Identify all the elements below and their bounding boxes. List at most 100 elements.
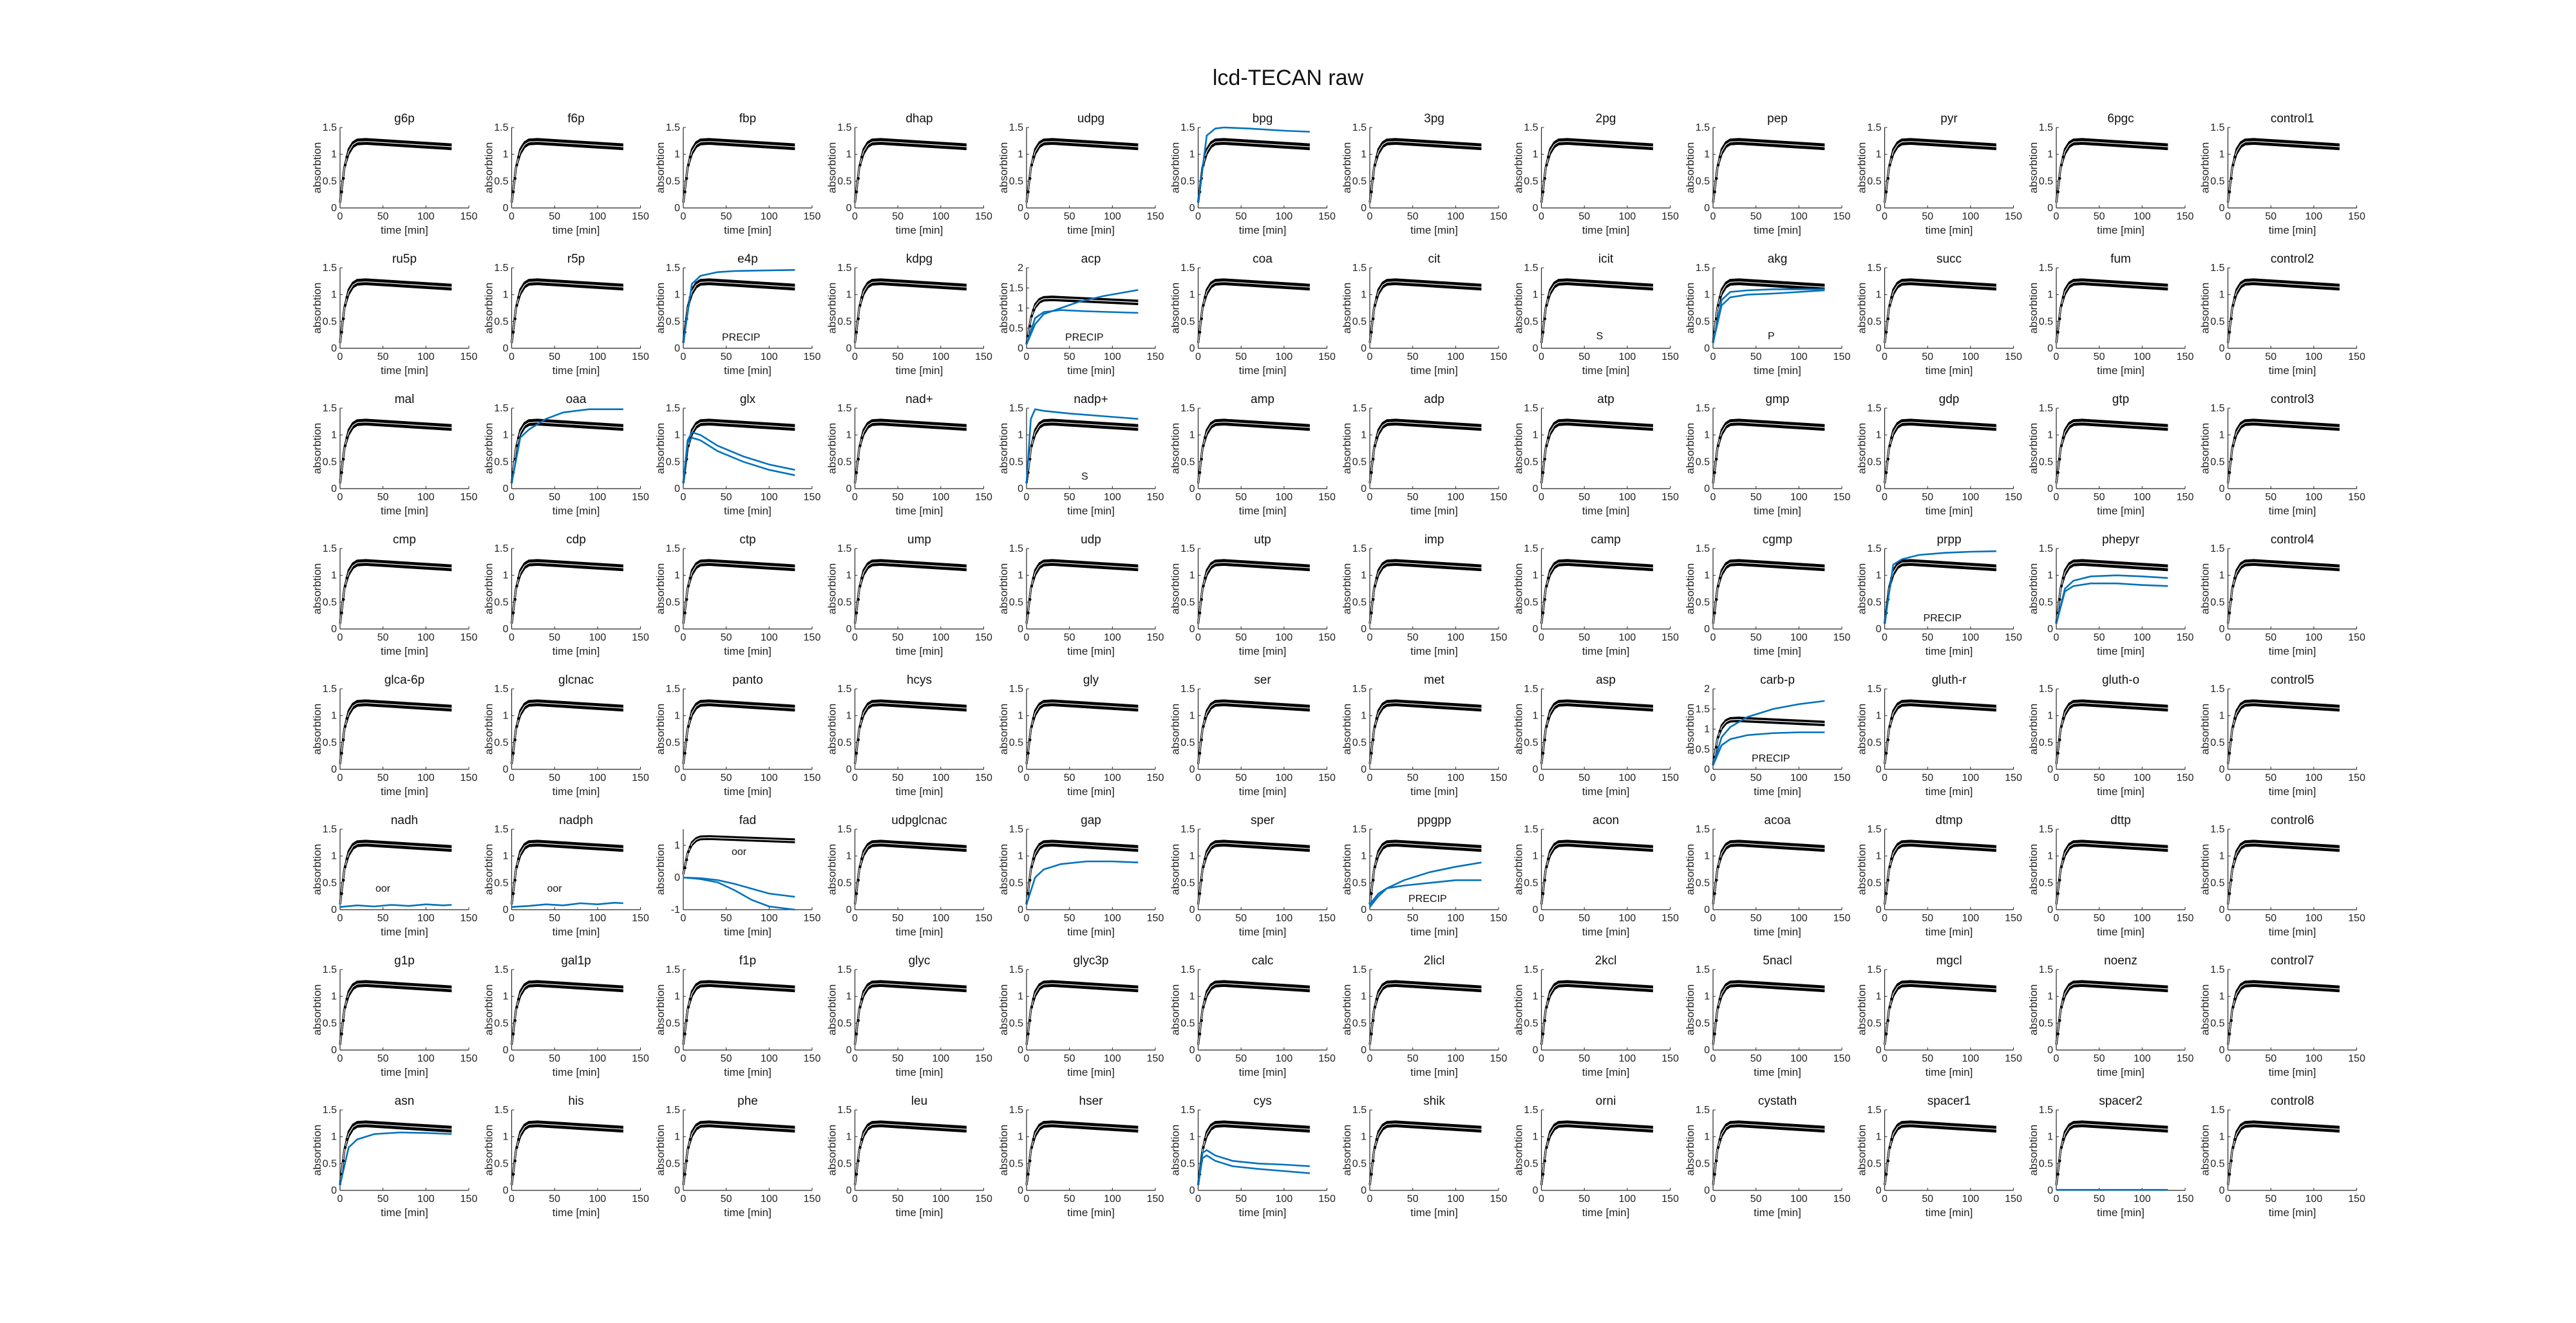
y-axis-label: absorbtion <box>1513 142 1525 193</box>
x-tick-label: 0 <box>1024 492 1030 503</box>
control-point <box>2231 725 2235 728</box>
control-point <box>1545 865 1548 868</box>
x-tick-label: 0 <box>1539 632 1544 643</box>
control-series-line <box>682 1121 795 1185</box>
control-series-line <box>1540 1125 1653 1185</box>
control-mean-line <box>683 702 795 764</box>
panel-control3: control30 50 100 15000.511.5time [min]absor… <box>2199 393 2365 517</box>
y-tick-label: 0.5 <box>323 597 337 608</box>
control-series-line <box>854 139 967 203</box>
control-mean-line <box>1026 141 1139 203</box>
control-point <box>685 858 688 861</box>
x-tick-label: 100 <box>417 1194 435 1205</box>
panel-title: control3 <box>2271 393 2315 406</box>
control-series-line <box>1197 422 1310 483</box>
panel-title: udpglcnac <box>891 814 947 827</box>
panel-title: gmp <box>1766 393 1790 406</box>
panel-2kcl: 2kcl0 50 100 15000.511.5time [min]absorbtio… <box>1513 954 1679 1078</box>
y-tick-label: 0 <box>674 483 680 494</box>
y-tick-label: 1 <box>1189 290 1195 301</box>
control-series-line <box>511 704 623 764</box>
y-tick-label: 1 <box>1533 430 1539 441</box>
control-point <box>1370 611 1373 615</box>
y-axis-label: absorbtion <box>1684 563 1696 614</box>
control-mean-line <box>2227 281 2340 343</box>
x-axis-label: time [min] <box>1067 1206 1115 1219</box>
y-tick-label: 1.5 <box>2039 403 2053 414</box>
control-point <box>1541 471 1545 474</box>
control-series-line <box>511 279 623 343</box>
y-tick-label: 1.5 <box>1867 964 1881 975</box>
panel-title: 2pg <box>1596 112 1616 126</box>
x-tick-label: 50 <box>1578 773 1590 783</box>
x-axis-label: time [min] <box>2097 224 2145 236</box>
y-tick-label: 0 <box>1361 1185 1367 1196</box>
control-series-line <box>682 1125 795 1185</box>
y-tick-label: 0.5 <box>1524 737 1538 748</box>
panel-title: nadp+ <box>1074 393 1108 406</box>
y-tick-label: 1.5 <box>1696 704 1710 715</box>
control-point <box>2231 304 2235 307</box>
x-tick-label: 150 <box>975 773 992 783</box>
x-axis-label: time [min] <box>1582 505 1630 517</box>
x-tick-label: 100 <box>932 492 949 503</box>
y-tick-label: 0 <box>1189 343 1195 354</box>
panel-title: prpp <box>1937 533 1961 547</box>
y-tick-label: 0.5 <box>2210 597 2224 608</box>
x-tick-label: 50 <box>1578 632 1590 643</box>
x-tick-label: 0 <box>852 352 858 362</box>
x-tick-label: 0 <box>1882 211 1888 222</box>
panel-title: glyc3p <box>1074 954 1109 968</box>
y-tick-label: 1 <box>1018 711 1023 722</box>
y-tick-label: 1 <box>1018 149 1023 160</box>
y-tick-label: 0.5 <box>1180 737 1195 748</box>
control-series-line <box>2227 1121 2340 1185</box>
y-tick-label: 0 <box>846 624 852 635</box>
sample-series-line <box>1197 1149 1310 1185</box>
control-mean-line <box>1884 141 1996 203</box>
panel-ctp: ctp0 50 100 15000.511.5time [min]absorbtion <box>654 533 820 657</box>
panel-title: control7 <box>2271 954 2315 968</box>
control-point <box>1027 1172 1030 1176</box>
control-series-line <box>1884 981 1996 1045</box>
control-point <box>860 717 864 720</box>
y-axis-label: absorbtion <box>1684 1125 1696 1176</box>
x-tick-label: 0 <box>2054 352 2060 362</box>
control-series-line <box>2227 1123 2340 1185</box>
control-point <box>511 1172 515 1176</box>
panel-glca-6p: glca-6p0 50 100 15000.511.5time [min]absorb… <box>311 673 477 798</box>
y-tick-label: 1 <box>674 149 680 160</box>
control-series-line <box>1884 704 1996 764</box>
control-series-line <box>339 141 452 203</box>
control-series-line <box>1368 700 1482 764</box>
y-tick-label: 0 <box>1189 203 1195 214</box>
x-tick-label: 50 <box>1578 211 1590 222</box>
control-point <box>343 304 347 307</box>
y-tick-label: 0 <box>846 483 852 494</box>
y-tick-label: 1.5 <box>1180 824 1195 835</box>
panel-control1: control10 50 100 15000.511.5time [min]absor… <box>2199 112 2365 236</box>
control-mean-line <box>2056 983 2168 1045</box>
control-point <box>683 1032 687 1036</box>
control-point <box>515 164 518 167</box>
panel-title: acon <box>1593 814 1619 827</box>
control-series-line <box>1884 141 1996 203</box>
x-tick-label: 150 <box>1147 632 1164 643</box>
x-tick-label: 150 <box>975 632 992 643</box>
control-point <box>2231 164 2235 167</box>
y-axis-label: absorbtion <box>654 1125 667 1176</box>
control-series-line <box>854 704 967 764</box>
control-point <box>511 611 515 615</box>
x-tick-label: 50 <box>1407 352 1419 362</box>
y-tick-label: 0.5 <box>1009 877 1023 888</box>
y-tick-label: 1 <box>1533 991 1539 1002</box>
x-tick-label: 0 <box>509 913 515 924</box>
y-tick-label: 1.5 <box>1524 122 1538 133</box>
control-series-line <box>854 562 967 624</box>
control-mean-line <box>1026 702 1139 764</box>
control-series-line <box>1540 700 1653 764</box>
y-axis-label: absorbtion <box>1170 1125 1182 1176</box>
x-tick-label: 150 <box>632 1053 649 1064</box>
control-series-line <box>339 981 452 1045</box>
control-point <box>516 155 520 159</box>
